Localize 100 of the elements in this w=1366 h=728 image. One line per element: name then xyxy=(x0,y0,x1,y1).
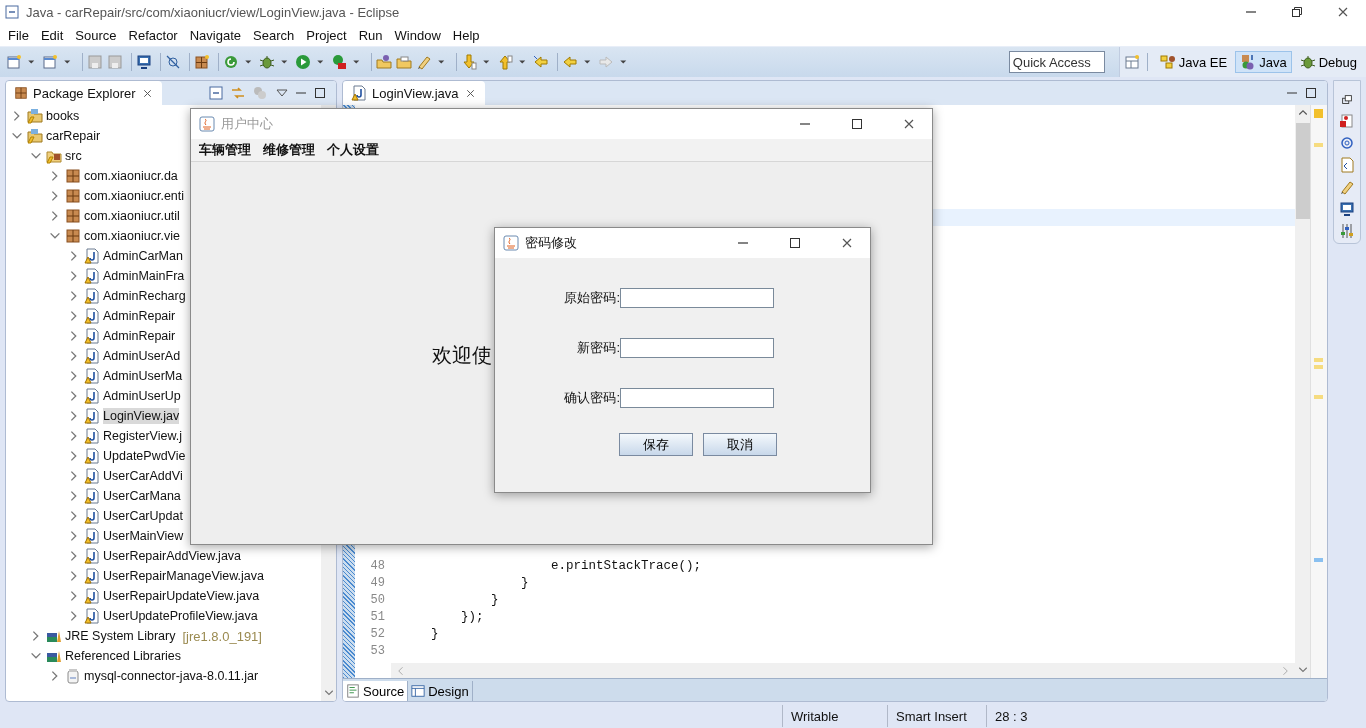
tree-item[interactable]: AdminRecharg xyxy=(103,288,186,304)
menu-item[interactable]: Refactor xyxy=(122,27,184,43)
perspective-button[interactable]: Java EE xyxy=(1154,51,1233,73)
sliders-icon[interactable] xyxy=(1339,223,1355,239)
warning-marker[interactable] xyxy=(1314,358,1323,362)
tree-item[interactable]: src xyxy=(65,148,82,164)
run-icon[interactable] xyxy=(295,54,311,70)
scrollbar-thumb[interactable] xyxy=(1295,123,1310,219)
declaration-icon[interactable] xyxy=(1339,157,1355,173)
editor-tab[interactable]: LoginView.java xyxy=(343,81,485,105)
monitor-icon[interactable] xyxy=(136,54,152,70)
tree-item[interactable]: UserMainView xyxy=(103,528,184,544)
tree-item[interactable]: com.xiaoniucr.vie xyxy=(84,228,180,244)
tree-item[interactable]: carRepair xyxy=(46,128,101,144)
skip-breakpoints-icon[interactable] xyxy=(165,54,181,70)
editor-mode-tab[interactable]: Design xyxy=(408,681,473,701)
menu-item[interactable]: Edit xyxy=(34,27,70,43)
pen-icon[interactable] xyxy=(1339,179,1355,195)
dialog-button[interactable]: 保存 xyxy=(619,433,693,456)
console-icon[interactable] xyxy=(1339,201,1355,217)
bug-icon[interactable] xyxy=(259,54,275,70)
package-icon xyxy=(65,228,81,244)
package-explorer-tab[interactable]: Package Explorer xyxy=(6,81,162,105)
tree-item[interactable]: UserRepairAddView.java xyxy=(103,548,242,564)
tree-item[interactable]: com.xiaoniucr.util xyxy=(84,208,180,224)
perspective-button[interactable]: Java xyxy=(1235,51,1292,73)
open-perspective-icon[interactable] xyxy=(1123,54,1140,70)
menu-item[interactable]: Project xyxy=(300,27,353,43)
previous-annotation-icon[interactable] xyxy=(497,54,513,70)
line-number: 49 xyxy=(369,576,386,592)
password-field[interactable] xyxy=(620,338,774,358)
tree-item[interactable]: RegisterView.j xyxy=(103,428,182,444)
problems-icon[interactable] xyxy=(1339,113,1355,129)
collapse-all-icon[interactable] xyxy=(208,85,224,101)
menu-item[interactable]: Search xyxy=(247,27,301,43)
perspective-icon xyxy=(1299,54,1316,70)
tree-item[interactable]: com.xiaoniucr.da xyxy=(84,168,178,184)
refresh-icon[interactable] xyxy=(223,54,239,70)
menu-item[interactable]: File xyxy=(2,27,35,43)
menu-item[interactable]: Help xyxy=(446,27,486,43)
occurrence-marker[interactable] xyxy=(1314,558,1323,562)
password-field[interactable] xyxy=(620,288,774,308)
menu-item[interactable]: Window xyxy=(388,27,447,43)
menu-item[interactable]: Run xyxy=(352,27,389,43)
tree-item[interactable]: AdminUserAd xyxy=(103,348,181,364)
tree-item[interactable]: mysql-connector-java-8.0.11.jar xyxy=(84,668,259,684)
open-type-icon[interactable] xyxy=(376,54,392,70)
at-sign-icon[interactable] xyxy=(1339,135,1355,151)
warning-marker[interactable] xyxy=(1314,143,1323,147)
warning-marker[interactable] xyxy=(1314,395,1323,399)
tree-item[interactable]: UpdatePwdVie xyxy=(103,448,186,464)
code-line: }); xyxy=(460,610,485,626)
tree-item[interactable]: AdminMainFra xyxy=(103,268,185,284)
new-package-icon[interactable] xyxy=(194,54,210,70)
menu-item[interactable]: 车辆管理 xyxy=(193,141,257,159)
menu-item[interactable]: Source xyxy=(69,27,123,43)
package-icon xyxy=(65,168,81,184)
java-file-icon xyxy=(84,348,100,364)
dialog-button[interactable]: 取消 xyxy=(703,433,777,456)
tree-item[interactable]: books xyxy=(46,108,80,124)
tree-item[interactable]: AdminUserMa xyxy=(103,368,183,384)
tree-item[interactable]: UserCarUpdat xyxy=(103,508,183,524)
tree-item[interactable]: AdminRepair xyxy=(103,308,176,324)
tree-item[interactable]: AdminCarMan xyxy=(103,248,183,264)
package-icon xyxy=(65,208,81,224)
tree-item[interactable]: UserUpdateProfileView.java xyxy=(103,608,258,624)
next-annotation-icon[interactable] xyxy=(461,54,477,70)
maximize-icon[interactable] xyxy=(312,85,328,101)
java-file-icon xyxy=(84,408,100,424)
tree-item[interactable]: UserRepairManageView.java xyxy=(103,568,264,584)
source-folder-icon xyxy=(46,148,62,164)
warning-marker[interactable] xyxy=(1314,109,1323,118)
tree-item[interactable]: UserRepairUpdateView.java xyxy=(103,588,260,604)
menu-item[interactable]: 个人设置 xyxy=(321,141,385,159)
restore-icon[interactable] xyxy=(1340,93,1354,107)
maximize-icon[interactable] xyxy=(1303,85,1319,101)
tree-item[interactable]: LoginView.jav xyxy=(103,408,180,424)
tree-item[interactable]: UserCarMana xyxy=(103,488,181,504)
editor-mode-tab[interactable]: Source xyxy=(343,681,409,701)
password-field[interactable] xyxy=(620,388,774,408)
warning-marker[interactable] xyxy=(1314,365,1323,369)
tree-item[interactable]: Referenced Libraries xyxy=(65,648,182,664)
tree-item[interactable]: JRE System Library xyxy=(65,628,176,644)
tree-item[interactable]: AdminUserUp xyxy=(103,388,181,404)
java-file-icon xyxy=(84,608,100,624)
line-number: 53 xyxy=(369,644,386,660)
menu-item[interactable]: 维修管理 xyxy=(257,141,321,159)
quick-access-field[interactable]: Quick Access xyxy=(1008,51,1105,73)
java-file-icon xyxy=(84,308,100,324)
new-class-icon[interactable] xyxy=(42,54,58,70)
link-editor-icon[interactable] xyxy=(230,85,246,101)
tree-item[interactable]: AdminRepair xyxy=(103,328,176,344)
tree-item[interactable]: UserCarAddVi xyxy=(103,468,183,484)
tree-item[interactable]: com.xiaoniucr.enti xyxy=(84,188,185,204)
new-file-icon[interactable] xyxy=(6,54,22,70)
vertical-scrollbar[interactable] xyxy=(1295,105,1310,678)
perspective-button[interactable]: Debug xyxy=(1294,51,1362,73)
menu-item[interactable]: Navigate xyxy=(183,27,247,43)
open-folder-icon[interactable] xyxy=(396,54,412,70)
run-external-icon[interactable] xyxy=(331,54,347,70)
